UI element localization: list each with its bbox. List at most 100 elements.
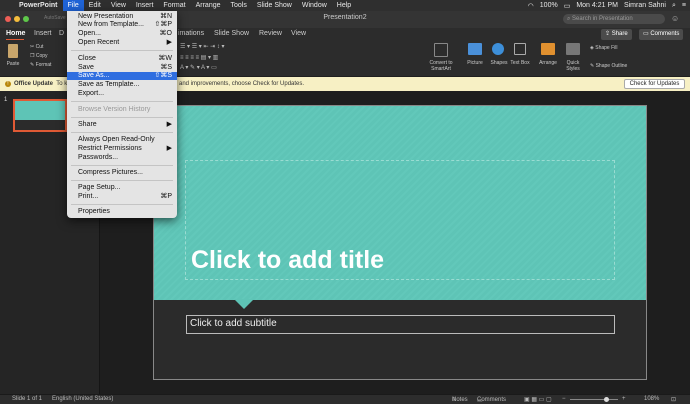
zoom-out-button[interactable]: − [562,396,566,402]
menu-item-page-setup[interactable]: Page Setup... [67,184,177,192]
wifi-icon[interactable]: ◠ [528,2,534,10]
menu-item-print[interactable]: Print... ⌘P [67,193,177,201]
slide[interactable]: Click to add title Click to add subtitle [153,105,647,380]
menu-view[interactable]: View [106,0,131,11]
menu-format[interactable]: Format [158,0,190,11]
menu-item-shortcut: ⌘S [160,64,172,71]
menu-arrange[interactable]: Arrange [191,0,226,11]
bullets-icon[interactable]: ☰ ▾ ☰ ▾ ⇤ ⇥ ↕ ▾ [180,43,225,50]
menu-item-shortcut: ⇧⌘S [154,72,172,79]
menu-item-compress-pictures[interactable]: Compress Pictures... [67,169,177,177]
menu-item-save-as[interactable]: Save As... ⇧⌘S [67,72,177,80]
shape-fill-button[interactable]: ◈ Shape Fill [590,45,617,51]
arrange-label[interactable]: Arrange [536,60,560,66]
check-for-updates-button[interactable]: Check for Updates [624,79,685,89]
zoom-slider-thumb[interactable] [604,397,609,402]
view-mode-icons[interactable]: ▣ ▦ ▭ ▢ [524,396,552,403]
menu-item-save-as-template[interactable]: Save as Template... [67,81,177,89]
title-placeholder-text[interactable]: Click to add title [191,246,384,275]
menu-item-export[interactable]: Export... [67,90,177,98]
menu-item-new-from-template[interactable]: New from Template... ⇧⌘P [67,21,177,29]
menu-app-name[interactable]: PowerPoint [14,0,63,11]
copy-button[interactable]: ❐ Copy [30,53,48,59]
search-input[interactable]: ⌕ Search in Presentation [563,14,665,24]
slide-thumbnail[interactable] [13,99,67,132]
menu-item-label: Close [78,55,96,62]
menu-separator [71,117,173,118]
comments-label: Comments [650,31,680,37]
format-painter-button[interactable]: ✎ Format [30,62,51,68]
paste-label[interactable]: Paste [4,61,22,67]
menu-item-properties[interactable]: Properties [67,208,177,216]
fit-to-window-icon[interactable]: ⊡ [671,396,676,403]
quick-styles-icon[interactable] [566,43,580,55]
battery-percent[interactable]: 100% [540,2,558,9]
align-icon[interactable]: ≡ ≡ ≡ ≡ ▤ ▾ ▥ [180,54,218,61]
menu-help[interactable]: Help [332,0,356,11]
menu-item-restrict-permissions[interactable]: Restrict Permissions ▶ [67,145,177,153]
zoom-in-button[interactable]: + [622,396,626,402]
subtitle-placeholder[interactable]: Click to add subtitle [186,315,615,334]
tab-view[interactable]: View [291,30,306,37]
tab-slide-show[interactable]: Slide Show [214,30,249,37]
menu-item-label: Always Open Read-Only [78,136,155,143]
menu-item-open[interactable]: Open... ⌘O [67,30,177,38]
menu-item-share[interactable]: Share ▶ [67,121,177,129]
menu-item-close[interactable]: Close ⌘W [67,55,177,63]
menu-edit[interactable]: Edit [84,0,106,11]
tab-animations[interactable]: imations [178,30,204,37]
menu-item-open-recent[interactable]: Open Recent ▶ [67,39,177,47]
shapes-icon[interactable] [492,43,504,55]
menu-item-label: Save as Template... [78,81,140,88]
menu-insert[interactable]: Insert [131,0,159,11]
textbox-label[interactable]: Text Box [510,60,530,66]
share-button[interactable]: ⇪ Share [601,29,632,40]
battery-icon[interactable]: ▭ [564,2,571,10]
menu-item-label: Compress Pictures... [78,169,143,176]
convert-smartart-label[interactable]: Convert to SmartArt [422,60,460,72]
menu-window[interactable]: Window [297,0,332,11]
menu-separator [71,132,173,133]
paste-icon[interactable] [8,44,18,58]
shape-outline-button[interactable]: ✎ Shape Outline [590,63,627,69]
menu-item-new-presentation[interactable]: New Presentation ⌘N [67,13,177,21]
menu-file[interactable]: File [62,0,84,11]
menu-separator [71,165,173,166]
file-menu-dropdown: New Presentation ⌘N New from Template... ⇧… [67,11,177,218]
shapes-label[interactable]: Shapes [488,60,510,66]
menu-item-always-open-read-only[interactable]: Always Open Read-Only [67,136,177,144]
quick-styles-label[interactable]: Quick Styles [562,60,584,72]
menu-item-shortcut: ⌘P [160,193,172,200]
cut-button[interactable]: ✂ Cut [30,44,43,50]
menu-item-label: Open... [78,30,101,37]
menu-tools[interactable]: Tools [226,0,252,11]
copy-label: Copy [35,53,48,59]
zoom-slider[interactable] [570,399,618,400]
picture-label[interactable]: Picture [464,60,486,66]
font-color-icon[interactable]: A ▾ ✎ ▾ A ▾ ▭ [180,64,217,71]
language-indicator[interactable]: English (United States) [52,396,113,402]
picture-icon[interactable] [468,43,482,55]
shape-fill-label: Shape Fill [595,45,618,51]
zoom-level[interactable]: 108% [644,396,659,402]
menu-list-icon[interactable]: ≡ [682,2,686,9]
share-icon: ⇪ [605,31,612,37]
menu-slide-show[interactable]: Slide Show [252,0,297,11]
smiley-feedback-icon[interactable]: ☺ [671,14,679,23]
tab-home[interactable]: Home [6,30,25,37]
smartart-icon[interactable] [434,43,448,57]
tab-review[interactable]: Review [259,30,282,37]
slide-counter: Slide 1 of 1 [12,396,43,402]
user-name[interactable]: Simran Sahni [624,2,666,9]
arrange-icon[interactable] [541,43,555,55]
share-label: Share [611,31,628,37]
textbox-icon[interactable] [514,43,526,55]
tab-insert[interactable]: Insert [34,30,52,37]
menu-item-passwords[interactable]: Passwords... [67,154,177,162]
comments-button[interactable]: ▭ Comments [639,29,684,40]
tab-design[interactable]: D [59,30,64,37]
menu-item-save[interactable]: Save ⌘S [67,64,177,72]
clock[interactable]: Mon 4:21 PM [576,2,618,9]
search-icon[interactable]: ⌕ [672,2,676,10]
submenu-arrow-icon: ▶ [166,145,172,152]
